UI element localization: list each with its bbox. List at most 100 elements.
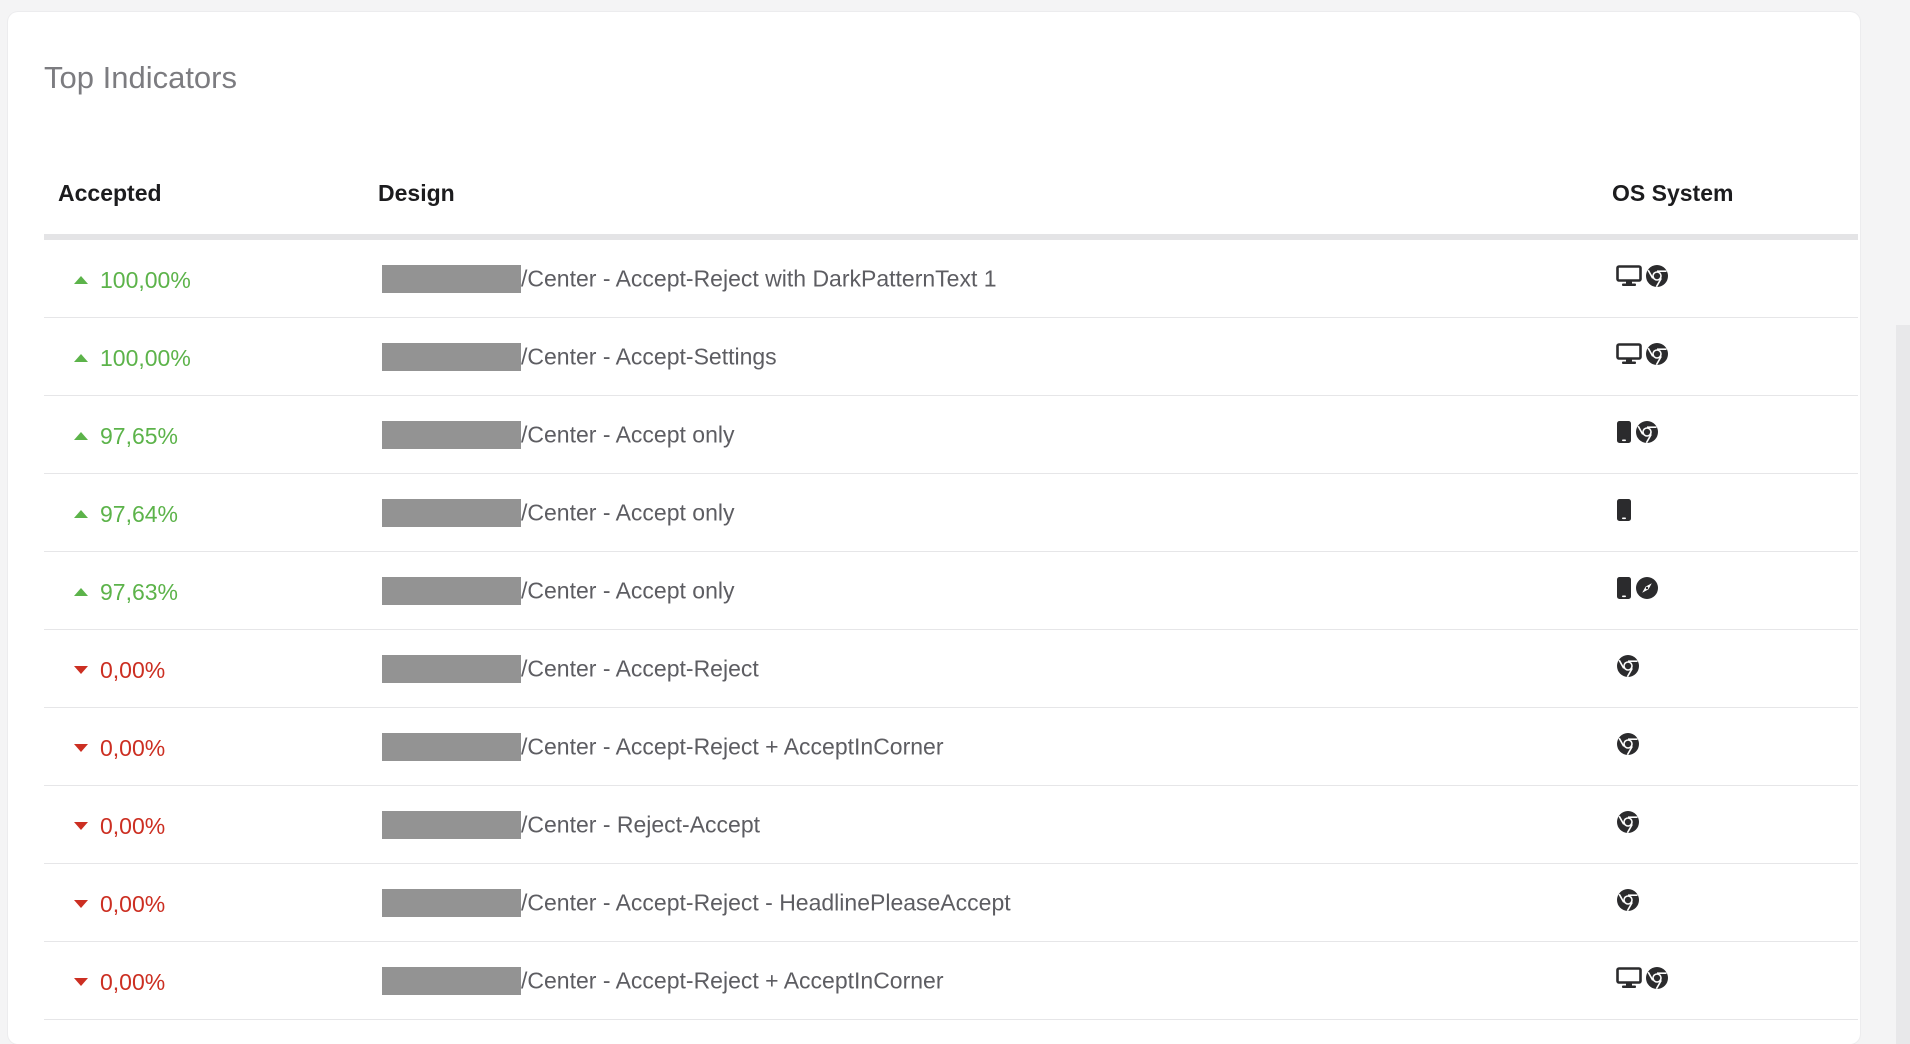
- triangle-up-icon: [74, 432, 88, 441]
- design-name: /Center - Accept-Reject - HeadlinePlease…: [521, 889, 1011, 916]
- accepted-percentage: 100,00%: [100, 266, 191, 293]
- accepted-percentage: 0,00%: [100, 656, 166, 683]
- accepted-percentage: 97,65%: [100, 422, 179, 449]
- table-row[interactable]: 0,00% /Center - Accept-Reject - Headline…: [44, 863, 1858, 942]
- design-name: /Center - Accept-Reject + AcceptInCorner: [521, 733, 944, 760]
- indicators-table: Accepted Design OS System 100,00% /Cente…: [44, 152, 1858, 1020]
- design-name: /Center - Accept-Reject: [521, 655, 759, 682]
- card-title: Top Indicators: [44, 60, 237, 95]
- table-body: 100,00% /Center - Accept-Reject with Dar…: [44, 237, 1858, 1020]
- accepted-cell: 0,00%: [44, 707, 364, 786]
- design-name: /Center - Accept only: [521, 421, 735, 448]
- table-row[interactable]: 97,64% /Center - Accept only: [44, 473, 1858, 552]
- accepted-percentage: 100,00%: [100, 344, 191, 371]
- table-row[interactable]: 0,00% /Center - Accept-Reject: [44, 629, 1858, 708]
- os-system-cell: [1598, 395, 1858, 474]
- os-icons: [1616, 654, 1640, 678]
- design-cell: /Center - Accept-Reject - HeadlinePlease…: [364, 863, 1598, 942]
- triangle-down-icon: [74, 822, 88, 831]
- table-header: Accepted Design OS System: [44, 152, 1858, 240]
- accepted-percentage: 0,00%: [100, 968, 166, 995]
- table-row[interactable]: 0,00% /Center - Accept-Reject + AcceptIn…: [44, 707, 1858, 786]
- table-row[interactable]: 0,00% /Center - Accept-Reject + AcceptIn…: [44, 941, 1858, 1020]
- accepted-percentage: 97,64%: [100, 500, 179, 527]
- os-icons: [1616, 264, 1669, 288]
- os-icons: [1616, 576, 1659, 600]
- design-name: /Center - Reject-Accept: [521, 811, 761, 838]
- os-icons: [1616, 342, 1669, 366]
- os-system-cell: [1598, 237, 1858, 318]
- accepted-percentage: 97,63%: [100, 578, 179, 605]
- design-cell: /Center - Reject-Accept: [364, 785, 1598, 864]
- column-header-accepted[interactable]: Accepted: [44, 152, 364, 240]
- mobile-icon: [1616, 420, 1632, 444]
- table-row[interactable]: 100,00% /Center - Accept-Reject with Dar…: [44, 237, 1858, 318]
- design-name: /Center - Accept only: [521, 577, 735, 604]
- accepted-value: 0,00%: [74, 891, 165, 918]
- chrome-icon: [1616, 732, 1640, 756]
- design-cell: /Center - Accept only: [364, 395, 1598, 474]
- chrome-icon: [1645, 966, 1669, 990]
- top-indicators-card: Top Indicators Accepted Design OS System…: [8, 12, 1860, 1044]
- triangle-up-icon: [74, 276, 88, 285]
- scrollbar[interactable]: [1896, 325, 1910, 1044]
- design-cell: /Center - Accept-Reject + AcceptInCorner: [364, 707, 1598, 786]
- table-row[interactable]: 97,65% /Center - Accept only: [44, 395, 1858, 474]
- os-system-cell: [1598, 629, 1858, 708]
- accepted-value: 97,63%: [74, 579, 178, 606]
- os-icons: [1616, 498, 1632, 522]
- desktop-icon: [1616, 967, 1642, 989]
- redacted-block: [382, 810, 521, 839]
- accepted-value: 0,00%: [74, 735, 165, 762]
- redacted-block: [382, 264, 521, 293]
- design-cell: /Center - Accept only: [364, 551, 1598, 630]
- accepted-percentage: 0,00%: [100, 890, 166, 917]
- accepted-value: 100,00%: [74, 267, 191, 294]
- os-icons: [1616, 888, 1640, 912]
- design-name: /Center - Accept-Settings: [521, 343, 777, 370]
- desktop-icon: [1616, 265, 1642, 287]
- accepted-value: 97,64%: [74, 501, 178, 528]
- design-cell: /Center - Accept-Reject: [364, 629, 1598, 708]
- redacted-block: [382, 420, 521, 449]
- chrome-icon: [1616, 888, 1640, 912]
- redacted-block: [382, 342, 521, 371]
- design-cell: /Center - Accept only: [364, 473, 1598, 552]
- triangle-up-icon: [74, 510, 88, 519]
- accepted-value: 100,00%: [74, 345, 191, 372]
- design-name: /Center - Accept only: [521, 499, 735, 526]
- triangle-up-icon: [74, 354, 88, 363]
- triangle-down-icon: [74, 978, 88, 987]
- redacted-block: [382, 498, 521, 527]
- accepted-cell: 0,00%: [44, 863, 364, 942]
- os-system-cell: [1598, 785, 1858, 864]
- os-system-cell: [1598, 863, 1858, 942]
- os-icons: [1616, 966, 1669, 990]
- os-icons: [1616, 810, 1640, 834]
- mobile-icon: [1616, 576, 1632, 600]
- mobile-icon: [1616, 498, 1632, 522]
- table-row[interactable]: 100,00% /Center - Accept-Settings: [44, 317, 1858, 396]
- os-system-cell: [1598, 941, 1858, 1020]
- accepted-cell: 0,00%: [44, 941, 364, 1020]
- accepted-value: 0,00%: [74, 969, 165, 996]
- redacted-block: [382, 888, 521, 917]
- column-header-os-system[interactable]: OS System: [1598, 152, 1858, 240]
- triangle-down-icon: [74, 744, 88, 753]
- os-icons: [1616, 420, 1659, 444]
- table-row[interactable]: 97,63% /Center - Accept only: [44, 551, 1858, 630]
- accepted-value: 0,00%: [74, 813, 165, 840]
- accepted-percentage: 0,00%: [100, 734, 166, 761]
- chrome-icon: [1616, 654, 1640, 678]
- column-header-design[interactable]: Design: [364, 152, 1598, 240]
- design-cell: /Center - Accept-Settings: [364, 317, 1598, 396]
- os-system-cell: [1598, 707, 1858, 786]
- design-cell: /Center - Accept-Reject with DarkPattern…: [364, 237, 1598, 318]
- os-system-cell: [1598, 473, 1858, 552]
- accepted-cell: 100,00%: [44, 317, 364, 396]
- redacted-block: [382, 654, 521, 683]
- chrome-icon: [1635, 420, 1659, 444]
- design-name: /Center - Accept-Reject with DarkPattern…: [521, 265, 997, 292]
- table-row[interactable]: 0,00% /Center - Reject-Accept: [44, 785, 1858, 864]
- triangle-down-icon: [74, 666, 88, 675]
